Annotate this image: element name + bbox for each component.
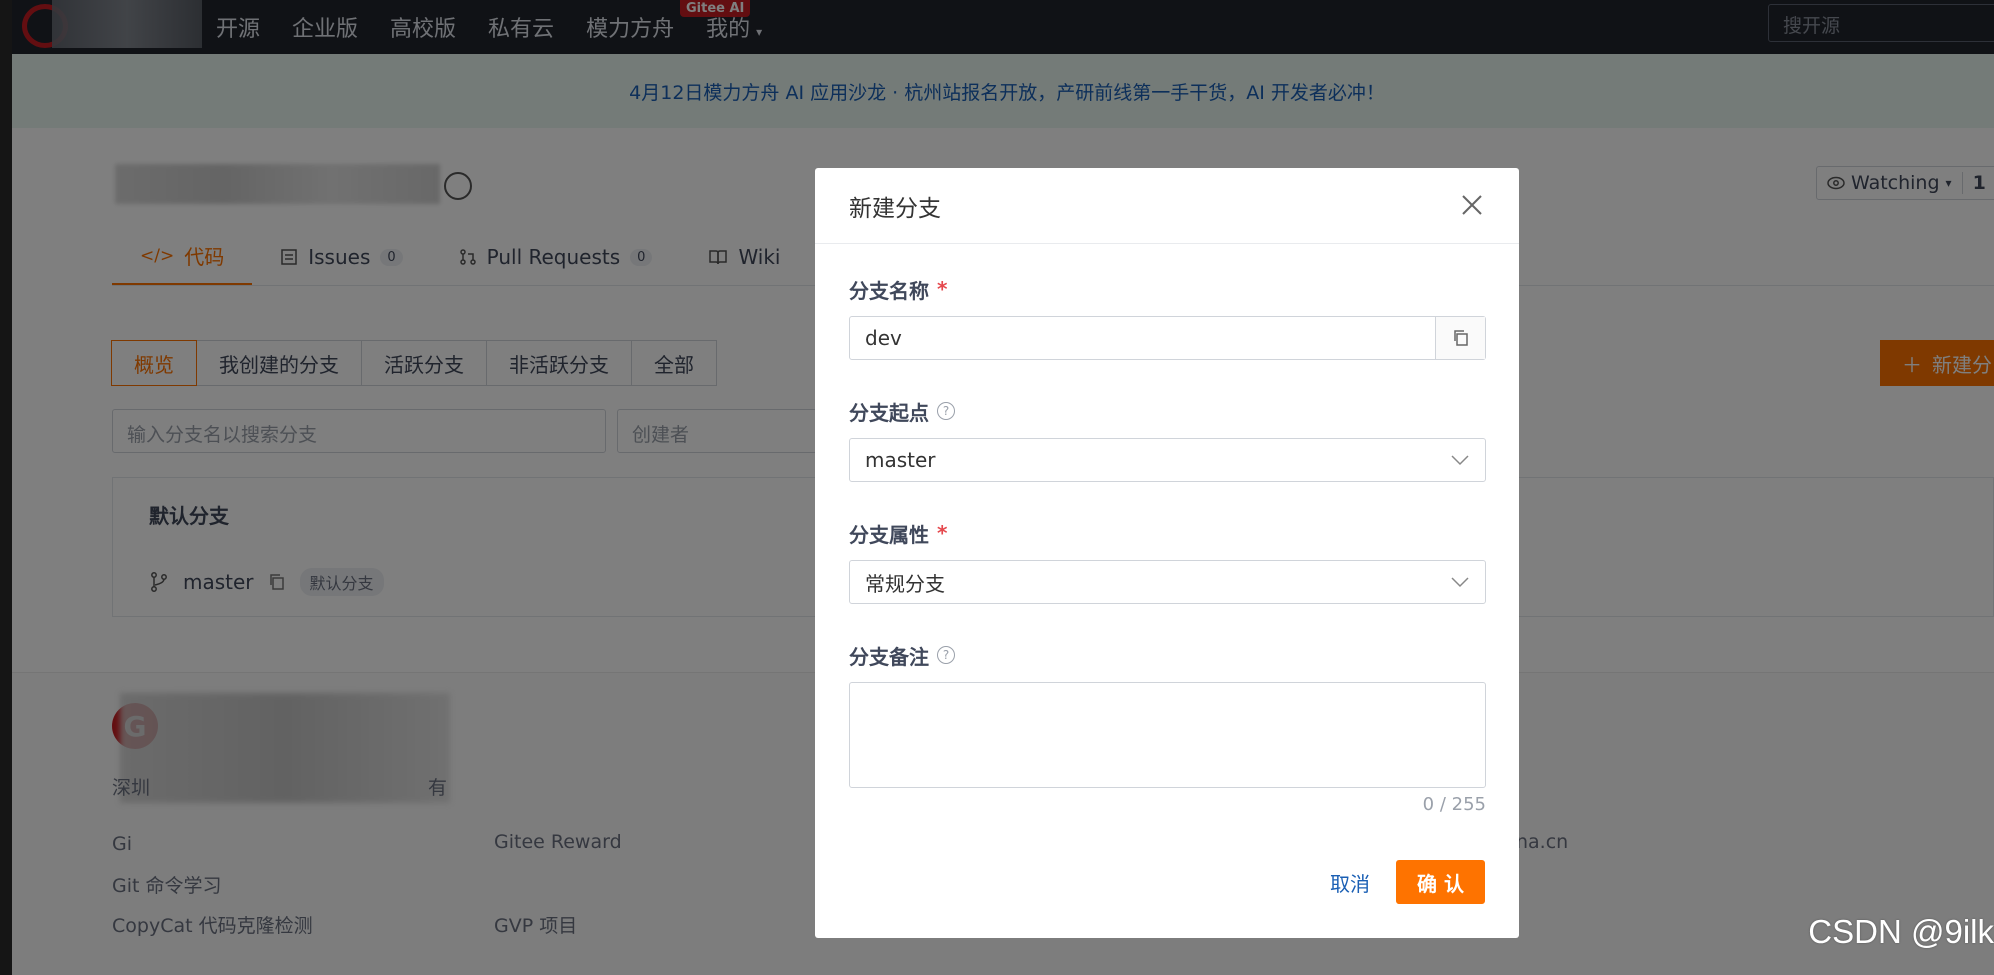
branch-origin-label: 分支起点 bbox=[849, 400, 929, 425]
dialog-footer: 取消 确 认 bbox=[1330, 860, 1485, 904]
branch-attr-value: 常规分支 bbox=[865, 571, 945, 596]
csdn-watermark: CSDN @9ilk bbox=[1808, 913, 1994, 950]
required-asterisk: * bbox=[937, 277, 948, 301]
required-asterisk: * bbox=[937, 521, 948, 545]
help-icon[interactable]: ? bbox=[937, 646, 955, 664]
branch-note-label-row: 分支备注 ? bbox=[849, 640, 1485, 670]
branch-origin-select[interactable]: master bbox=[849, 438, 1486, 482]
branch-origin-label-row: 分支起点 ? bbox=[849, 396, 1485, 426]
branch-note-field: 分支备注 ? 0 / 255 bbox=[849, 640, 1486, 815]
branch-attr-field: 分支属性 * 常规分支 bbox=[849, 518, 1486, 604]
branch-name-label: 分支名称 bbox=[849, 278, 929, 303]
branch-attr-label-row: 分支属性 * bbox=[849, 518, 1485, 548]
dialog-header: 新建分支 bbox=[815, 168, 1519, 244]
chevron-down-icon bbox=[1451, 577, 1469, 588]
branch-origin-value: master bbox=[865, 448, 936, 472]
copy-icon bbox=[1453, 330, 1468, 346]
new-branch-dialog: 新建分支 分支名称 * dev 分支起点 ? master 分支属性 * 常规分… bbox=[815, 168, 1519, 938]
branch-attr-label: 分支属性 bbox=[849, 522, 929, 547]
copy-branch-name-button[interactable] bbox=[1435, 317, 1485, 359]
branch-note-textarea[interactable] bbox=[849, 682, 1486, 788]
branch-name-input[interactable]: dev bbox=[850, 326, 1435, 350]
char-counter: 0 / 255 bbox=[1422, 794, 1486, 815]
branch-origin-field: 分支起点 ? master bbox=[849, 396, 1486, 482]
branch-name-input-group: dev bbox=[849, 316, 1486, 360]
dialog-title: 新建分支 bbox=[849, 195, 941, 222]
branch-attr-select[interactable]: 常规分支 bbox=[849, 560, 1486, 604]
confirm-button[interactable]: 确 认 bbox=[1396, 860, 1485, 904]
help-icon[interactable]: ? bbox=[937, 402, 955, 420]
branch-name-field: 分支名称 * dev bbox=[849, 274, 1486, 360]
chevron-down-icon bbox=[1451, 455, 1469, 466]
dialog-body: 分支名称 * dev 分支起点 ? master 分支属性 * 常规分支 分支备… bbox=[815, 244, 1519, 815]
branch-note-label: 分支备注 bbox=[849, 644, 929, 669]
branch-name-label-row: 分支名称 * bbox=[849, 274, 1485, 304]
cancel-button[interactable]: 取消 bbox=[1330, 868, 1370, 897]
close-icon[interactable] bbox=[1455, 188, 1489, 222]
